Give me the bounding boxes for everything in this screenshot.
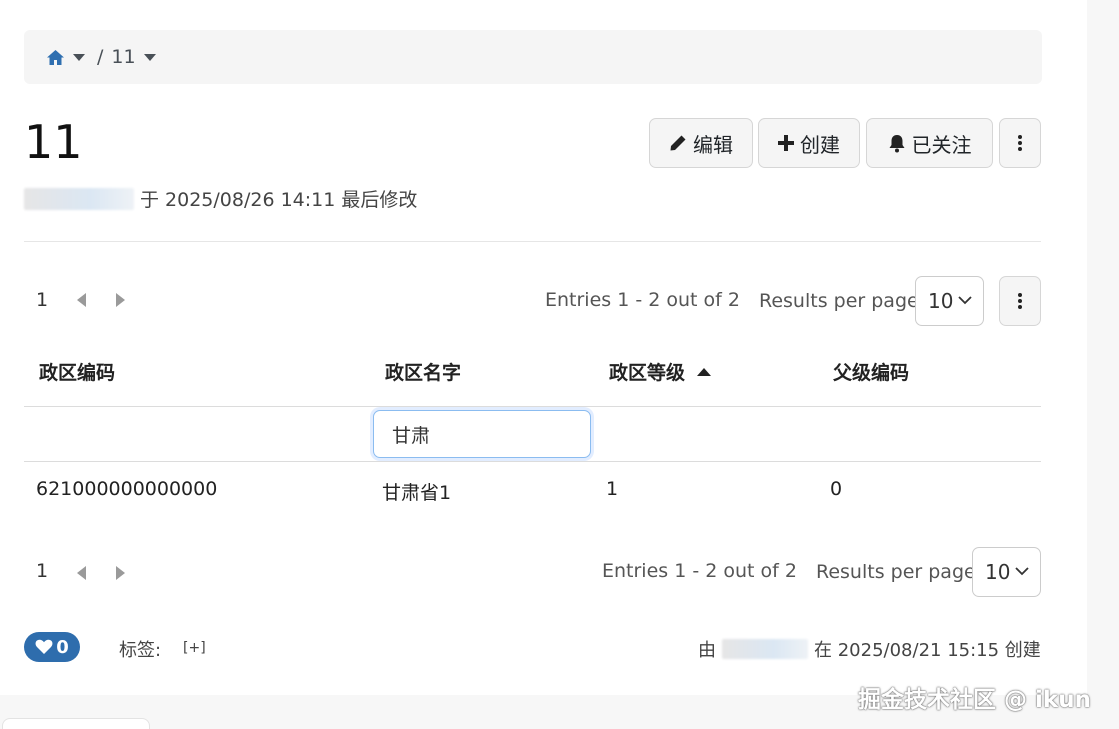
- prev-page-icon[interactable]: [77, 566, 86, 580]
- edit-button[interactable]: 编辑: [649, 118, 753, 168]
- vertical-ellipsis-icon: [1018, 135, 1022, 151]
- vertical-ellipsis-icon: [1018, 293, 1022, 309]
- prev-page-icon[interactable]: [77, 293, 86, 307]
- tags-label: 标签:: [119, 640, 162, 661]
- cell-parent: 0: [830, 478, 843, 500]
- next-page-icon[interactable]: [116, 293, 125, 307]
- cell-level: 1: [606, 478, 619, 500]
- results-per-page-value: 10: [928, 289, 954, 313]
- results-per-page-select[interactable]: 10: [915, 276, 984, 326]
- like-count: 0: [56, 636, 69, 658]
- bottom-panel-tab[interactable]: [2, 718, 150, 729]
- results-per-page-label: Results per page:: [759, 290, 926, 312]
- filter-row-bottom-line: [24, 461, 1041, 462]
- entries-count: Entries 1 - 2 out of 2: [545, 289, 740, 311]
- home-icon[interactable]: [46, 49, 65, 66]
- page-content: / 11 11 编辑 创建 已关注 于 2025/08/26 14:11 最后修…: [0, 0, 1087, 695]
- column-header-level-label: 政区等级: [609, 362, 686, 384]
- header-divider: [24, 241, 1041, 242]
- page-right-gutter: [1087, 0, 1119, 729]
- created-info: 由 在 2025/08/21 15:15 创建: [698, 636, 1041, 662]
- name-filter-input[interactable]: [373, 410, 591, 458]
- column-header-name[interactable]: 政区名字: [385, 358, 461, 385]
- create-button-label: 创建: [800, 132, 840, 157]
- chevron-down-icon: [1015, 567, 1029, 576]
- watermark: 掘金技术社区 @ ikun: [858, 687, 1091, 713]
- modified-info: 于 2025/08/26 14:11 最后修改: [24, 185, 417, 212]
- column-header-level[interactable]: 政区等级: [609, 358, 712, 385]
- modified-by-user-redacted[interactable]: [24, 187, 134, 210]
- pencil-icon: [670, 135, 686, 151]
- modified-text: 于 2025/08/26 14:11 最后修改: [140, 189, 418, 211]
- cell-code: 621000000000000: [36, 478, 218, 500]
- page-number[interactable]: 1: [36, 560, 48, 582]
- results-per-page-label: Results per page:: [816, 561, 983, 583]
- page-number[interactable]: 1: [36, 289, 48, 311]
- plus-icon: [778, 135, 794, 151]
- breadcrumb-current[interactable]: 11: [111, 46, 135, 68]
- follow-button[interactable]: 已关注: [866, 118, 993, 168]
- creator-user-link-redacted[interactable]: [722, 639, 808, 659]
- results-per-page-select[interactable]: 10: [972, 547, 1041, 597]
- home-dropdown-caret-icon[interactable]: [73, 53, 85, 61]
- follow-button-label: 已关注: [911, 132, 972, 157]
- heart-icon: [35, 639, 53, 654]
- table-options-button[interactable]: [999, 276, 1041, 326]
- cell-name: 甘肃省1: [382, 482, 452, 504]
- created-suffix: 在 2025/08/21 15:15 创建: [814, 640, 1041, 661]
- breadcrumb: / 11: [24, 30, 1042, 84]
- column-header-code[interactable]: 政区编码: [39, 358, 115, 385]
- like-button[interactable]: 0: [24, 632, 80, 662]
- results-per-page-value: 10: [985, 560, 1011, 584]
- breadcrumb-separator: /: [97, 46, 104, 68]
- header-bottom-line: [24, 406, 1041, 407]
- pager-top: 1 Entries 1 - 2 out of 2 Results per pag…: [24, 276, 1041, 326]
- entries-count: Entries 1 - 2 out of 2: [602, 560, 797, 582]
- created-prefix: 由: [698, 640, 716, 661]
- sort-ascending-icon: [697, 367, 712, 376]
- create-button[interactable]: 创建: [758, 118, 860, 168]
- bell-icon: [889, 134, 904, 152]
- chevron-down-icon: [958, 296, 972, 305]
- breadcrumb-current-caret-icon[interactable]: [143, 53, 156, 61]
- edit-button-label: 编辑: [693, 132, 733, 157]
- page-title: 11: [24, 115, 83, 169]
- add-tag-link[interactable]: [+]: [183, 640, 206, 656]
- next-page-icon[interactable]: [116, 566, 125, 580]
- pager-bottom: 1 Entries 1 - 2 out of 2 Results per pag…: [24, 547, 1041, 597]
- more-actions-button[interactable]: [999, 118, 1041, 168]
- column-header-parent[interactable]: 父级编码: [833, 358, 909, 385]
